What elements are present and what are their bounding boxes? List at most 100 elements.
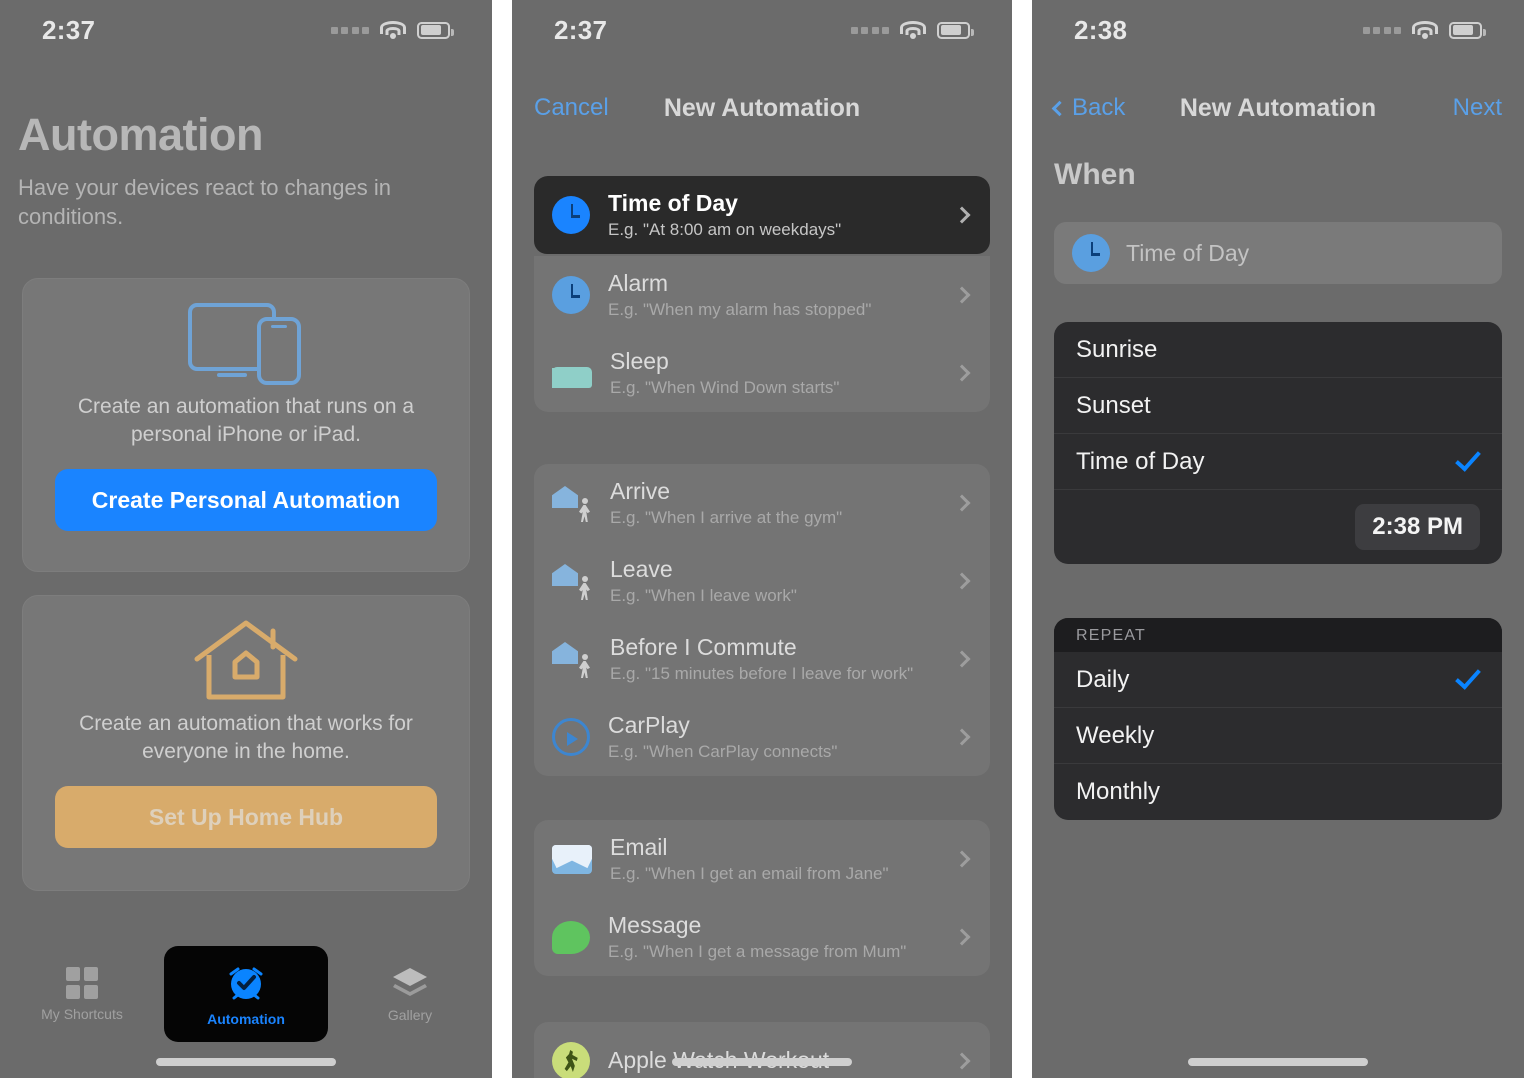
chevron-right-icon [953, 206, 971, 224]
row-texts: Leave E.g. "When I leave work" [610, 556, 938, 607]
row-texts: Before I Commute E.g. "15 minutes before… [610, 634, 938, 685]
tab-automation[interactable]: Automation [164, 946, 328, 1042]
chevron-right-icon [953, 572, 971, 590]
status-indicators [850, 20, 974, 40]
home-automation-card: Create an automation that works for ever… [22, 595, 470, 891]
house-person-icon [552, 484, 592, 522]
ipad-iphone-icon [23, 279, 469, 387]
page-header: Automation Have your devices react to ch… [18, 112, 474, 231]
status-time: 2:37 [554, 14, 608, 45]
next-button[interactable]: Next [1453, 94, 1502, 122]
repeat-option-daily[interactable]: Daily [1054, 652, 1502, 708]
repeat-option-monthly[interactable]: Monthly [1054, 764, 1502, 820]
repeat-options-card: REPEAT Daily Weekly Monthly [1054, 618, 1502, 820]
panel-divider-2 [1012, 0, 1032, 1078]
option-label: Sunrise [1076, 335, 1158, 363]
time-value[interactable]: 2:38 PM [1355, 504, 1480, 550]
row-subtitle: E.g. "When I get an email from Jane" [610, 863, 889, 883]
cancel-button[interactable]: Cancel [534, 94, 609, 122]
row-title: Leave [610, 555, 673, 582]
home-indicator [1188, 1058, 1368, 1066]
new-automation-time-config-screen: 2:38 Back New Automation Next When Time … [1032, 0, 1524, 1078]
trigger-group-location: Arrive E.g. "When I arrive at the gym" L… [534, 464, 990, 776]
clock-icon [552, 196, 590, 234]
wifi-icon [1412, 20, 1438, 40]
runner-icon [552, 1042, 590, 1078]
row-title: Alarm [608, 269, 669, 296]
checkmark-icon [1455, 445, 1481, 472]
chevron-right-icon [953, 364, 971, 382]
status-indicators [330, 20, 454, 40]
tab-my-shortcuts[interactable]: My Shortcuts [0, 946, 164, 1042]
trigger-group-communication: Email E.g. "When I get an email from Jan… [534, 820, 990, 976]
tab-gallery[interactable]: Gallery [328, 946, 492, 1042]
trigger-row-carplay[interactable]: CarPlay E.g. "When CarPlay connects" [534, 698, 990, 776]
option-label: Daily [1076, 665, 1130, 693]
option-label: Weekly [1076, 721, 1155, 749]
checkmark-icon [1455, 663, 1481, 690]
when-option-sunset[interactable]: Sunset [1054, 378, 1502, 434]
personal-automation-card: Create an automation that runs on a pers… [22, 278, 470, 572]
chevron-right-icon [953, 728, 971, 746]
row-subtitle: E.g. "When CarPlay connects" [608, 741, 838, 761]
row-title: Email [610, 833, 668, 860]
section-title-when: When [1054, 158, 1136, 191]
trigger-row-time-of-day[interactable]: Time of Day E.g. "At 8:00 am on weekdays… [534, 176, 990, 254]
option-label: Sunset [1076, 391, 1151, 419]
signal-dots-icon [330, 26, 369, 34]
page-title: Automation [18, 109, 263, 160]
status-indicators [1362, 20, 1486, 40]
trigger-group-health: Apple Watch Workout [534, 1022, 990, 1078]
new-automation-trigger-list-screen: 2:37 Cancel New Automation Time of Day E… [512, 0, 1012, 1078]
trigger-row-before-i-commute[interactable]: Before I Commute E.g. "15 minutes before… [534, 620, 990, 698]
chevron-right-icon [953, 286, 971, 304]
row-title: Arrive [610, 477, 671, 504]
envelope-icon [552, 844, 592, 874]
row-subtitle: E.g. "When Wind Down starts" [610, 377, 840, 397]
row-texts: Time of Day E.g. "At 8:00 am on weekdays… [608, 190, 938, 241]
row-texts: Alarm E.g. "When my alarm has stopped" [608, 270, 938, 321]
trigger-row-apple-watch-workout[interactable]: Apple Watch Workout [534, 1022, 990, 1078]
row-texts: Message E.g. "When I get a message from … [608, 912, 938, 963]
option-label: Monthly [1076, 778, 1161, 805]
grid-icon [66, 966, 98, 999]
back-button-label: Back [1072, 94, 1126, 121]
trigger-row-message[interactable]: Message E.g. "When I get a message from … [534, 898, 990, 976]
create-personal-automation-button[interactable]: Create Personal Automation [55, 469, 437, 532]
selected-trigger-row[interactable]: Time of Day [1054, 222, 1502, 284]
when-option-sunrise[interactable]: Sunrise [1054, 322, 1502, 378]
trigger-row-email[interactable]: Email E.g. "When I get an email from Jan… [534, 820, 990, 898]
row-title: Before I Commute [610, 633, 797, 660]
screenshot-stage: 2:37 Automation Have your devices react … [0, 0, 1524, 1078]
chevron-right-icon [953, 650, 971, 668]
battery-icon [1449, 21, 1486, 39]
house-icon [23, 596, 469, 704]
message-bubble-icon [552, 920, 590, 954]
trigger-row-leave[interactable]: Leave E.g. "When I leave work" [534, 542, 990, 620]
repeat-option-weekly[interactable]: Weekly [1054, 708, 1502, 764]
time-picker-row[interactable]: 2:38 PM [1054, 490, 1502, 564]
set-up-home-hub-button[interactable]: Set Up Home Hub [55, 786, 437, 849]
row-subtitle: E.g. "When I leave work" [610, 585, 797, 605]
trigger-row-alarm[interactable]: Alarm E.g. "When my alarm has stopped" [534, 256, 990, 334]
home-indicator [156, 1058, 336, 1066]
battery-icon [417, 21, 454, 39]
row-texts: Arrive E.g. "When I arrive at the gym" [610, 478, 938, 529]
home-automation-description: Create an automation that works for ever… [79, 712, 413, 764]
row-subtitle: E.g. "When my alarm has stopped" [608, 299, 872, 319]
row-title: CarPlay [608, 711, 690, 738]
trigger-row-arrive[interactable]: Arrive E.g. "When I arrive at the gym" [534, 464, 990, 542]
automation-clock-check-icon [229, 967, 263, 999]
selected-trigger-label: Time of Day [1126, 239, 1250, 266]
row-title: Message [608, 911, 702, 938]
trigger-row-sleep[interactable]: Sleep E.g. "When Wind Down starts" [534, 334, 990, 412]
status-bar: 2:37 [512, 0, 1012, 60]
navigation-bar: Back New Automation Next [1032, 62, 1524, 154]
clock-icon [1072, 234, 1110, 272]
back-button[interactable]: Back [1051, 94, 1126, 122]
panel-divider-1 [492, 0, 512, 1078]
when-option-time-of-day[interactable]: Time of Day [1054, 434, 1502, 490]
carplay-icon [552, 718, 590, 756]
tab-my-shortcuts-label: My Shortcuts [41, 1005, 123, 1022]
page-subtitle: Have your devices react to changes in co… [18, 175, 391, 230]
